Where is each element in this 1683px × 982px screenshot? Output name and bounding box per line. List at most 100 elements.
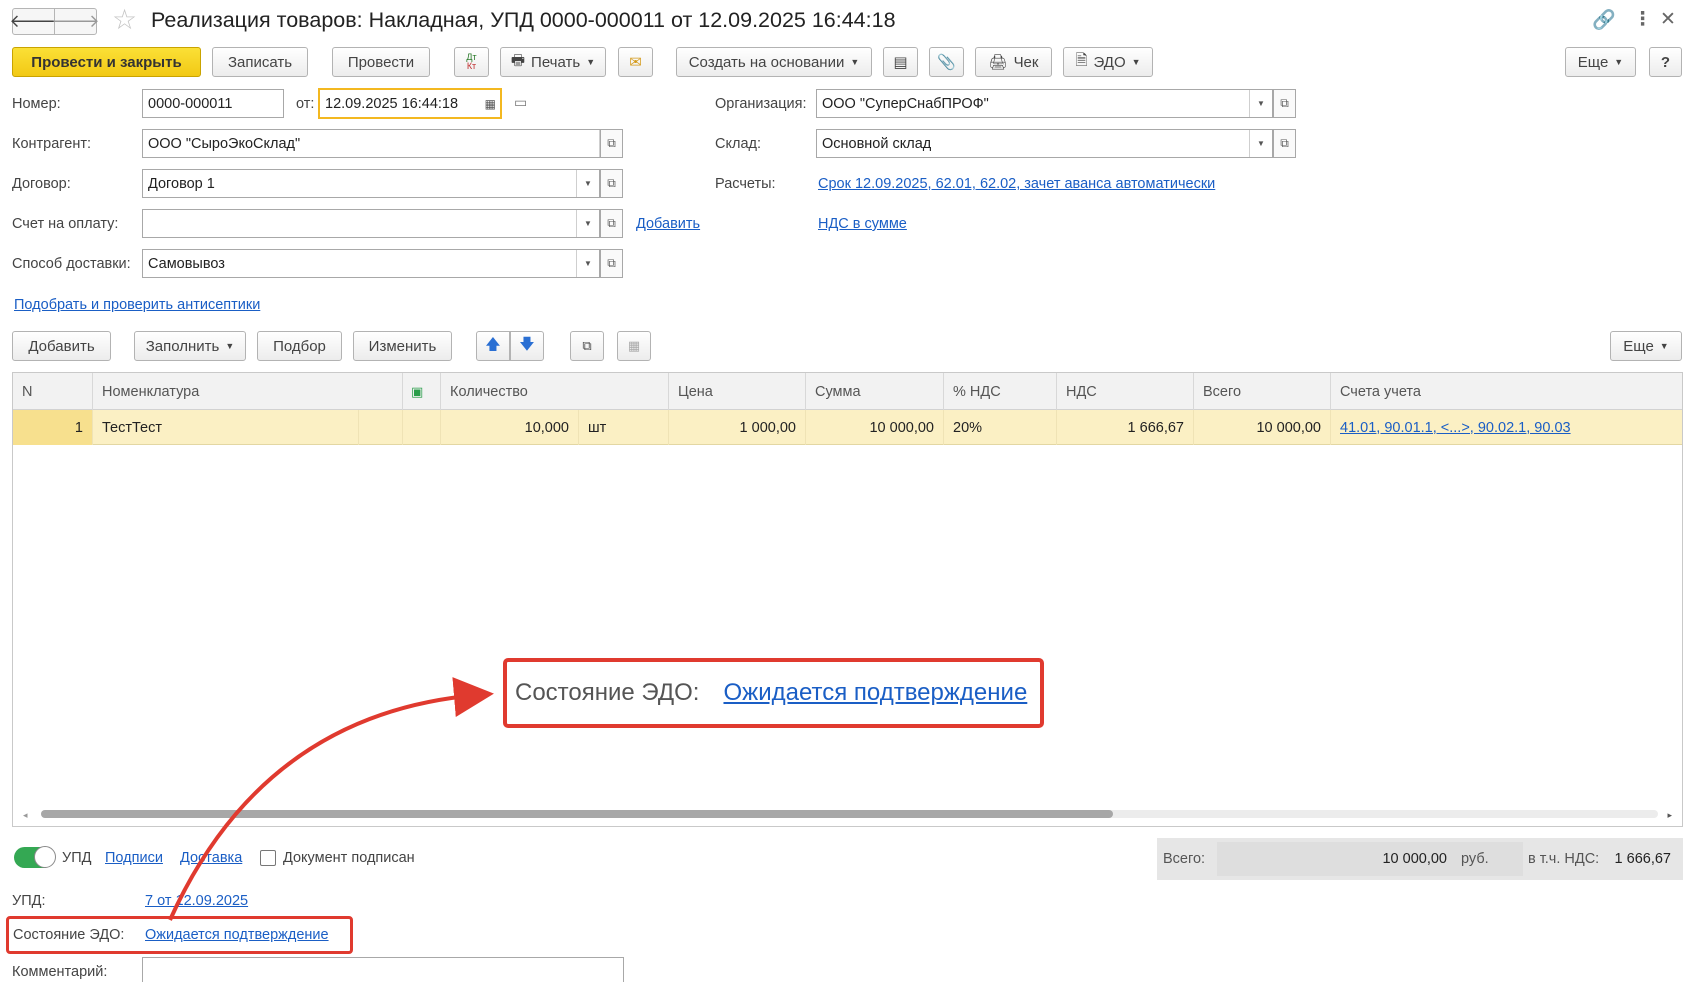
add-invoice-link[interactable]: Добавить xyxy=(636,216,700,232)
contract-value: Договор 1 xyxy=(148,175,215,192)
move-down-button[interactable]: 🡇 xyxy=(510,331,544,361)
date-field[interactable]: 12.09.2025 16:44:18 ▦ xyxy=(318,88,502,119)
cell-qty[interactable]: 10,000 xyxy=(441,410,579,445)
table-row[interactable]: 1 ТестТест 10,000 шт 1 000,00 10 000,00 … xyxy=(13,410,1682,445)
open-organization-button[interactable]: ⧉ xyxy=(1273,89,1296,118)
open-icon: ⧉ xyxy=(1280,96,1289,110)
delivery-link[interactable]: Доставка xyxy=(180,850,242,866)
close-icon[interactable]: ✕ xyxy=(1660,8,1676,31)
link-icon[interactable]: 🔗 xyxy=(1592,8,1616,32)
envelope-icon: ✉ xyxy=(629,54,642,71)
upd-toggle-knob[interactable] xyxy=(34,846,56,868)
table-more-button[interactable]: Еще ▼ xyxy=(1610,331,1682,361)
forward-button[interactable]: 🡒 xyxy=(51,8,100,35)
cell-vat-rate[interactable]: 20% xyxy=(944,410,1057,445)
header-price[interactable]: Цена xyxy=(669,373,806,410)
chevron-down-icon[interactable]: ▼ xyxy=(576,170,599,197)
warehouse-label: Склад: xyxy=(715,136,761,152)
organization-label: Организация: xyxy=(715,96,807,112)
print-button[interactable]: 🖶 Печать ▼ xyxy=(500,47,606,77)
goods-table[interactable]: N Номенклатура ▣ Количество Цена Сумма %… xyxy=(12,372,1683,827)
edo-state-highlight-box xyxy=(6,916,353,954)
receipt-button[interactable]: 🖨 Чек xyxy=(975,47,1052,77)
vat-in-sum-link[interactable]: НДС в сумме xyxy=(818,216,907,232)
comment-field[interactable] xyxy=(142,957,624,982)
cell-accounts[interactable]: 41.01, 90.01.1, <...>, 90.02.1, 90.03 xyxy=(1331,410,1682,445)
cell-price[interactable]: 1 000,00 xyxy=(669,410,806,445)
counterparty-field[interactable]: ООО "СыроЭкоСклад" ▼ xyxy=(142,129,623,158)
post-button[interactable]: Провести xyxy=(332,47,430,77)
paste-rows-button[interactable]: ▦ xyxy=(617,331,651,361)
scroll-left-icon[interactable]: ◂ xyxy=(23,810,28,821)
cell-vat[interactable]: 1 666,67 xyxy=(1057,410,1194,445)
post-and-close-button[interactable]: Провести и закрыть xyxy=(12,47,201,77)
header-accounts[interactable]: Счета учета xyxy=(1331,373,1682,410)
open-warehouse-button[interactable]: ⧉ xyxy=(1273,129,1296,158)
header-qty[interactable]: Количество xyxy=(441,373,669,410)
chevron-down-icon[interactable]: ▼ xyxy=(1249,130,1272,157)
chevron-down-icon[interactable]: ▼ xyxy=(576,210,599,237)
settlements-link[interactable]: Срок 12.09.2025, 62.01, 62.02, зачет ава… xyxy=(818,176,1215,192)
table-add-button[interactable]: Добавить xyxy=(12,331,111,361)
organization-field[interactable]: ООО "СуперСнабПРОФ" ▼ xyxy=(816,89,1273,118)
cell-sum[interactable]: 10 000,00 xyxy=(806,410,944,445)
chevron-down-icon[interactable]: ▼ xyxy=(1249,90,1272,117)
open-icon: ⧉ xyxy=(607,176,616,190)
attach-button[interactable]: 📎 xyxy=(929,47,964,77)
table-pick-button[interactable]: Подбор xyxy=(257,331,342,361)
accounts-link[interactable]: 41.01, 90.01.1, <...>, 90.02.1, 90.03 xyxy=(1340,420,1571,436)
invoice-label: Счет на оплату: xyxy=(12,216,119,232)
header-total[interactable]: Всего xyxy=(1194,373,1331,410)
header-n[interactable]: N xyxy=(13,373,93,410)
warehouse-field[interactable]: Основной склад ▼ xyxy=(816,129,1273,158)
chevron-down-icon: ▼ xyxy=(1614,57,1624,67)
more-vertical-icon[interactable]: ⋮ xyxy=(1633,8,1652,31)
chevron-down-icon: ▼ xyxy=(850,57,860,67)
history-icon[interactable]: ▭ xyxy=(514,94,527,111)
header-sum[interactable]: Сумма xyxy=(806,373,944,410)
open-delivery-button[interactable]: ⧉ xyxy=(600,249,623,278)
open-invoice-button[interactable]: ⧉ xyxy=(600,209,623,238)
table-fill-button[interactable]: Заполнить ▼ xyxy=(134,331,246,361)
open-contract-button[interactable]: ⧉ xyxy=(600,169,623,198)
open-counterparty-button[interactable]: ⧉ xyxy=(600,129,623,158)
help-button[interactable]: ? xyxy=(1649,47,1682,77)
scroll-right-icon[interactable]: ▸ xyxy=(1667,810,1672,821)
warehouse-value: Основной склад xyxy=(822,135,932,152)
cell-item-characteristic[interactable] xyxy=(359,410,403,445)
invoice-field[interactable]: ▼ xyxy=(142,209,600,238)
chevron-down-icon[interactable]: ▼ xyxy=(576,250,599,277)
open-icon: ⧉ xyxy=(1280,136,1289,150)
header-item[interactable]: Номенклатура xyxy=(93,373,403,410)
cell-total[interactable]: 10 000,00 xyxy=(1194,410,1331,445)
cell-unit[interactable]: шт xyxy=(579,410,669,445)
delivery-field[interactable]: Самовывоз ▼ xyxy=(142,249,600,278)
structure-button[interactable]: ▤ xyxy=(883,47,918,77)
dt-kt-button[interactable]: Дт Кт xyxy=(454,47,489,77)
horizontal-scrollbar-thumb[interactable] xyxy=(41,810,1113,818)
save-button[interactable]: Записать xyxy=(212,47,308,77)
document-signed-label: Документ подписан xyxy=(283,850,415,866)
number-field[interactable]: 0000-000011 xyxy=(142,89,284,118)
document-signed-checkbox[interactable] xyxy=(260,850,276,866)
email-button[interactable]: ✉ xyxy=(618,47,653,77)
create-based-on-button[interactable]: Создать на основании ▼ xyxy=(676,47,872,77)
table-change-button[interactable]: Изменить xyxy=(353,331,452,361)
contract-field[interactable]: Договор 1 ▼ xyxy=(142,169,600,198)
antiseptic-link[interactable]: Подобрать и проверить антисептики xyxy=(14,297,260,313)
table-header: N Номенклатура ▣ Количество Цена Сумма %… xyxy=(13,373,1682,410)
header-vat[interactable]: НДС xyxy=(1057,373,1194,410)
calendar-icon[interactable]: ▦ xyxy=(485,97,496,111)
signatures-link[interactable]: Подписи xyxy=(105,850,163,866)
header-vat-rate[interactable]: % НДС xyxy=(944,373,1057,410)
upd-link[interactable]: 7 от 12.09.2025 xyxy=(145,893,248,909)
cell-marking[interactable] xyxy=(403,410,441,445)
header-marking[interactable]: ▣ xyxy=(403,373,441,410)
more-button[interactable]: Еще ▼ xyxy=(1565,47,1636,77)
edo-button[interactable]: 🗎 ЭДО ▼ xyxy=(1063,47,1153,77)
back-button[interactable]: 🡐 xyxy=(9,8,58,35)
favorite-star-icon[interactable]: ☆ xyxy=(112,5,137,35)
cell-item[interactable]: ТестТест xyxy=(93,410,359,445)
copy-rows-button[interactable]: ⧉ xyxy=(570,331,604,361)
move-up-button[interactable]: 🡅 xyxy=(476,331,510,361)
